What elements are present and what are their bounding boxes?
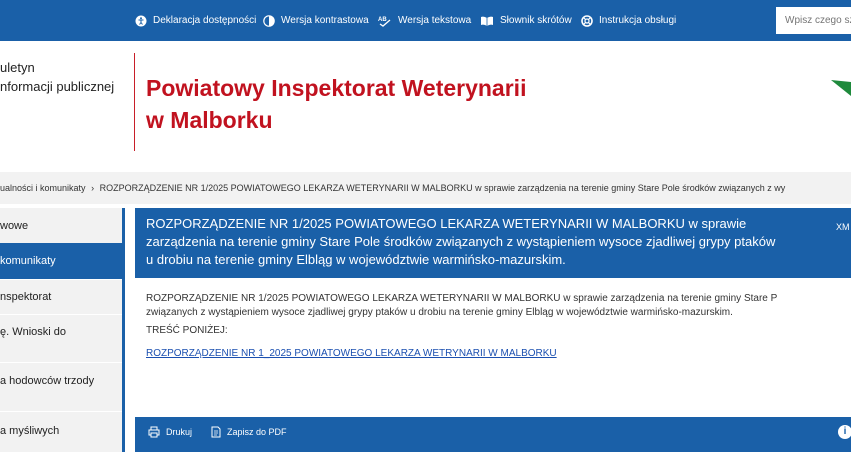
bip-line-2: nformacji publicznej bbox=[0, 79, 115, 94]
text-version-icon: AB bbox=[378, 17, 391, 27]
abbreviations-dictionary-label: Słownik skrótów bbox=[500, 15, 572, 26]
print-label: Drukuj bbox=[166, 427, 193, 437]
sidebar-item-label: a myśliwych bbox=[0, 425, 60, 437]
text-version-label: Wersja tekstowa bbox=[398, 15, 472, 26]
accessibility-declaration-label: Deklaracja dostępności bbox=[153, 15, 257, 26]
article-title-line-3: u drobiu na terenie gminy Elbląg w wojew… bbox=[146, 252, 566, 267]
accessibility-declaration-link[interactable]: Deklaracja dostępności bbox=[135, 0, 256, 41]
sidebar-item-4[interactable]: ę. Wnioski do bbox=[0, 315, 122, 362]
pdf-document-icon bbox=[211, 426, 221, 438]
sidebar-item-1[interactable]: wowe bbox=[0, 208, 122, 243]
sidebar-item-label: ę. Wnioski do bbox=[0, 326, 67, 338]
contrast-version-label: Wersja kontrastowa bbox=[281, 15, 369, 26]
user-manual-label: Instrukcja obsługi bbox=[599, 15, 677, 26]
sidebar-item-3[interactable]: nspektorat bbox=[0, 280, 122, 314]
site-title-line-1: Powiatowy Inspektorat Weterynarii bbox=[146, 75, 527, 101]
article-paragraph-line-2: związanych z wystąpieniem wysoce zjadliw… bbox=[146, 307, 733, 318]
header-divider bbox=[134, 53, 135, 151]
info-icon[interactable]: i bbox=[838, 425, 851, 439]
svg-text:AB: AB bbox=[378, 17, 387, 23]
sidebar-item-label: komunikaty bbox=[0, 255, 56, 267]
article-body: ROZPORZĄDZENIE NR 1/2025 POWIATOWEGO LEK… bbox=[135, 278, 851, 417]
contrast-icon bbox=[263, 14, 275, 27]
book-icon bbox=[481, 16, 493, 26]
accessibility-icon bbox=[135, 15, 147, 26]
sidebar-item-label: wowe bbox=[0, 220, 29, 232]
search-input[interactable] bbox=[776, 7, 851, 34]
sidebar-item-2[interactable]: komunikaty bbox=[0, 243, 122, 279]
bip-logo-text[interactable]: uletyn nformacji publicznej bbox=[0, 58, 114, 96]
sidebar-border bbox=[122, 208, 125, 452]
top-bar: Deklaracja dostępności Wersja kontrastow… bbox=[0, 0, 851, 41]
lifebuoy-icon bbox=[581, 14, 593, 27]
sidebar-item-6[interactable]: a myśliwych bbox=[0, 412, 122, 452]
article-footer: Drukuj Zapisz do PDF i bbox=[135, 417, 851, 452]
site-title-line-2: w Malborku bbox=[146, 107, 273, 133]
bip-line-1: uletyn bbox=[0, 60, 35, 75]
sidebar-item-label: nspektorat bbox=[0, 291, 52, 303]
content-below-label: TREŚĆ PONIŻEJ: bbox=[146, 325, 228, 336]
save-pdf-label: Zapisz do PDF bbox=[227, 427, 287, 437]
article-paragraph-line-1: ROZPORZĄDZENIE NR 1/2025 POWIATOWEGO LEK… bbox=[146, 293, 778, 304]
xml-export-link[interactable]: XM bbox=[836, 222, 850, 232]
sidebar-item-5[interactable]: a hodowców trzody bbox=[0, 363, 122, 411]
article-title-line-2: zarządzenia na terenie gminy Stare Pole … bbox=[146, 234, 776, 249]
breadcrumb-item-current: ROZPORZĄDZENIE NR 1/2025 POWIATOWEGO LEK… bbox=[99, 183, 786, 193]
article-title-line-1: ROZPORZĄDZENIE NR 1/2025 POWIATOWEGO LEK… bbox=[146, 216, 747, 231]
user-manual-link[interactable]: Instrukcja obsługi bbox=[581, 0, 676, 41]
emblem-logo-icon bbox=[831, 80, 851, 96]
save-pdf-button[interactable]: Zapisz do PDF bbox=[210, 417, 287, 447]
breadcrumb-separator: › bbox=[91, 183, 95, 193]
article-title: ROZPORZĄDZENIE NR 1/2025 POWIATOWEGO LEK… bbox=[146, 215, 836, 269]
article-paragraph: ROZPORZĄDZENIE NR 1/2025 POWIATOWEGO LEK… bbox=[146, 292, 777, 320]
print-button[interactable]: Drukuj bbox=[148, 417, 192, 447]
sidebar-item-label: a hodowców trzody bbox=[0, 375, 95, 387]
text-version-link[interactable]: AB Wersja tekstowa bbox=[378, 0, 471, 41]
regulation-document-link[interactable]: ROZPORZĄDZENIE NR 1_2025 POWIATOWEGO LEK… bbox=[146, 348, 557, 359]
contrast-version-link[interactable]: Wersja kontrastowa bbox=[263, 0, 369, 41]
article-header: ROZPORZĄDZENIE NR 1/2025 POWIATOWEGO LEK… bbox=[135, 208, 851, 278]
breadcrumb: ualności i komunikaty › ROZPORZĄDZENIE N… bbox=[0, 172, 851, 204]
breadcrumb-item-news[interactable]: ualności i komunikaty bbox=[0, 183, 86, 193]
printer-icon bbox=[148, 426, 160, 438]
site-title[interactable]: Powiatowy Inspektorat Weterynarii w Malb… bbox=[146, 72, 526, 136]
abbreviations-dictionary-link[interactable]: Słownik skrótów bbox=[480, 0, 572, 41]
